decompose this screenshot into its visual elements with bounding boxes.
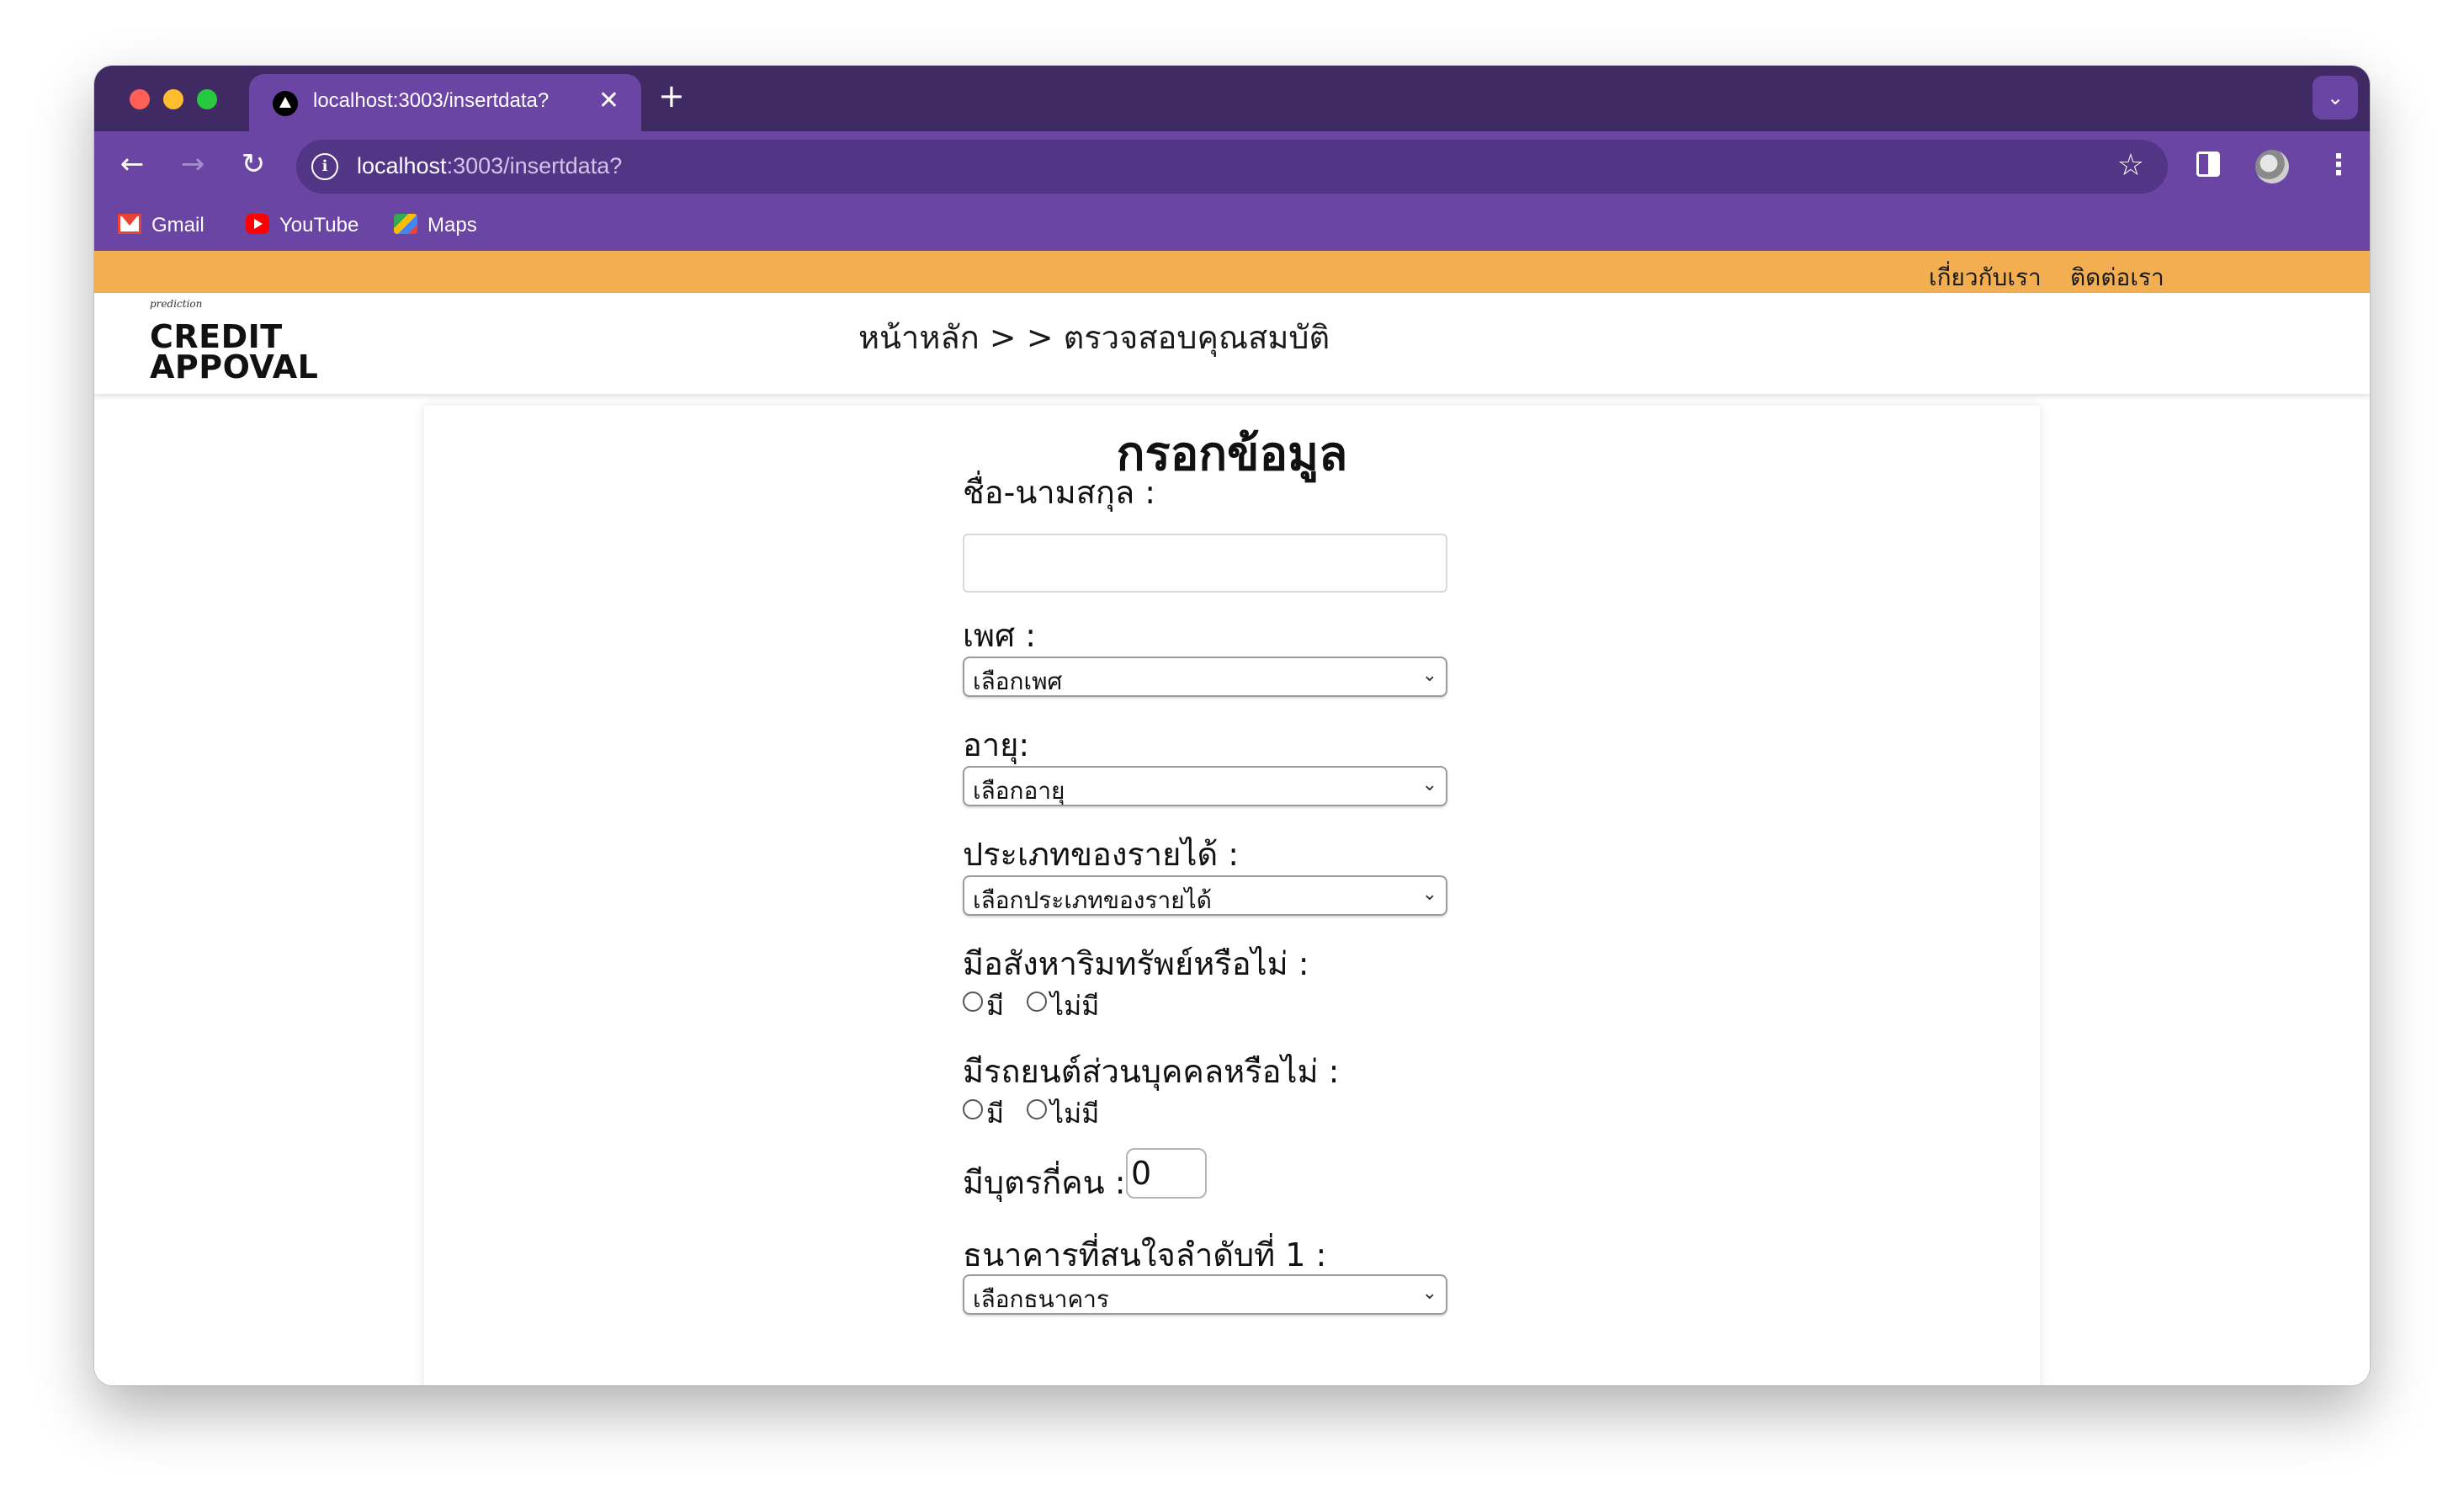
age-select-value: เลือกอายุ [973, 777, 1065, 805]
radio-label: ไม่มี [1050, 990, 1100, 1022]
url-host: localhost [357, 153, 447, 178]
active-tab[interactable]: localhost:3003/insertdata? ✕ [249, 74, 641, 131]
tab-search-chevron-icon[interactable]: ⌄ [2313, 76, 2358, 120]
about-us-link[interactable]: เกี่ยวกับเรา [1929, 259, 2042, 296]
more-menu-icon[interactable]: ⋮ [2324, 148, 2353, 182]
minimize-window-button[interactable] [163, 89, 183, 109]
radio-label: มี [986, 1098, 1005, 1130]
income-type-select-value: เลือกประเภทของรายได้ [973, 886, 1212, 914]
income-type-select[interactable]: เลือกประเภทของรายได้ ⌄ [963, 875, 1447, 916]
profile-avatar[interactable] [2255, 150, 2289, 183]
bookmark-label: Gmail [151, 214, 204, 237]
bookmark-label: Maps [427, 214, 477, 237]
maximize-window-button[interactable] [197, 89, 217, 109]
bank-select[interactable]: เลือกธนาคาร ⌄ [963, 1274, 1447, 1315]
bookmark-maps[interactable]: Maps [394, 212, 486, 239]
maps-icon [394, 214, 417, 234]
radio-label: ไม่มี [1050, 1098, 1100, 1130]
car-yes-radio[interactable]: มี [963, 1093, 1013, 1130]
property-no-radio[interactable]: ไม่มี [1027, 985, 1111, 1022]
reload-icon[interactable]: ↻ [232, 143, 274, 185]
tab-strip: localhost:3003/insertdata? ✕ + ⌄ [94, 66, 2370, 131]
youtube-icon [246, 214, 269, 234]
chevron-down-icon: ⌄ [1421, 774, 1437, 795]
browser-window: localhost:3003/insertdata? ✕ + ⌄ ← → ↻ i… [94, 66, 2370, 1385]
contact-us-link[interactable]: ติดต่อเรา [2070, 259, 2164, 296]
url-text[interactable]: localhost:3003/insertdata? [357, 153, 622, 179]
bookmark-gmail[interactable]: Gmail [118, 212, 210, 239]
side-panel-icon[interactable] [2196, 152, 2220, 177]
income-type-label: ประเภทของรายได้ : [963, 836, 1240, 873]
children-count-input[interactable]: 0 [1126, 1148, 1207, 1199]
site-info-icon[interactable]: i [311, 153, 338, 180]
radio-circle[interactable] [963, 1099, 983, 1119]
gender-select[interactable]: เลือกเพศ ⌄ [963, 657, 1447, 697]
bookmark-label: YouTube [279, 214, 359, 237]
back-arrow-icon[interactable]: ← [111, 143, 153, 185]
radio-circle[interactable] [1027, 992, 1047, 1012]
address-bar[interactable]: i localhost:3003/insertdata? ☆ [296, 140, 2168, 194]
forward-arrow-icon[interactable]: → [172, 143, 214, 185]
site-header: prediction CREDIT APPOVAL หน้าหลัก > > ต… [94, 293, 2370, 394]
top-bar: เกี่ยวกับเรา ติดต่อเรา [94, 251, 2370, 293]
tab-close-icon[interactable]: ✕ [598, 86, 619, 115]
children-label: มีบุตรกี่คน : [963, 1164, 1126, 1201]
close-window-button[interactable] [130, 89, 150, 109]
property-yes-radio[interactable]: มี [963, 985, 1013, 1022]
radio-label: มี [986, 990, 1005, 1022]
browser-toolbar: ← → ↻ i localhost:3003/insertdata? ☆ ⋮ [94, 131, 2370, 200]
logo-tagline: prediction [150, 298, 203, 310]
age-select[interactable]: เลือกอายุ ⌄ [963, 766, 1447, 806]
tab-title: localhost:3003/insertdata? [313, 89, 550, 112]
bank-label: ธนาคารที่สนใจลำดับที่ 1 : [963, 1236, 1327, 1273]
logo-line-2: APPOVAL [150, 348, 319, 385]
form-title: กรอกข้อมูล [1116, 427, 1348, 481]
bookmark-star-icon[interactable]: ☆ [2117, 148, 2144, 183]
chevron-down-icon: ⌄ [1421, 1283, 1437, 1304]
url-path: :3003/insertdata? [446, 153, 623, 178]
gender-label: เพศ : [963, 617, 1037, 654]
new-tab-button[interactable]: + [658, 77, 685, 114]
bookmarks-bar: Gmail YouTube Maps [94, 200, 2370, 251]
property-radio-group: มี ไม่มี [963, 985, 1131, 1022]
page-content: เกี่ยวกับเรา ติดต่อเรา prediction CREDIT… [94, 251, 2370, 1385]
gender-select-value: เลือกเพศ [973, 667, 1063, 695]
breadcrumb[interactable]: หน้าหลัก > > ตรวจสอบคุณสมบัติ [858, 311, 1330, 363]
gmail-icon [118, 214, 141, 234]
property-label: มีอสังหาริมทรัพย์หรือไม่ : [963, 945, 1309, 982]
radio-circle[interactable] [963, 992, 983, 1012]
name-input[interactable] [963, 534, 1447, 593]
bank-select-value: เลือกธนาคาร [973, 1285, 1109, 1313]
radio-circle[interactable] [1027, 1099, 1047, 1119]
car-label: มีรถยนต์ส่วนบุคคลหรือไม่ : [963, 1053, 1340, 1090]
bookmark-youtube[interactable]: YouTube [246, 212, 364, 239]
car-radio-group: มี ไม่มี [963, 1093, 1131, 1130]
chevron-down-icon: ⌄ [1421, 884, 1437, 905]
age-label: อายุ: [963, 726, 1030, 763]
tab-favicon-icon [273, 91, 298, 116]
chevron-down-icon: ⌄ [1421, 665, 1437, 686]
name-label: ชื่อ-นามสกุล : [963, 474, 1156, 511]
car-no-radio[interactable]: ไม่มี [1027, 1093, 1111, 1130]
